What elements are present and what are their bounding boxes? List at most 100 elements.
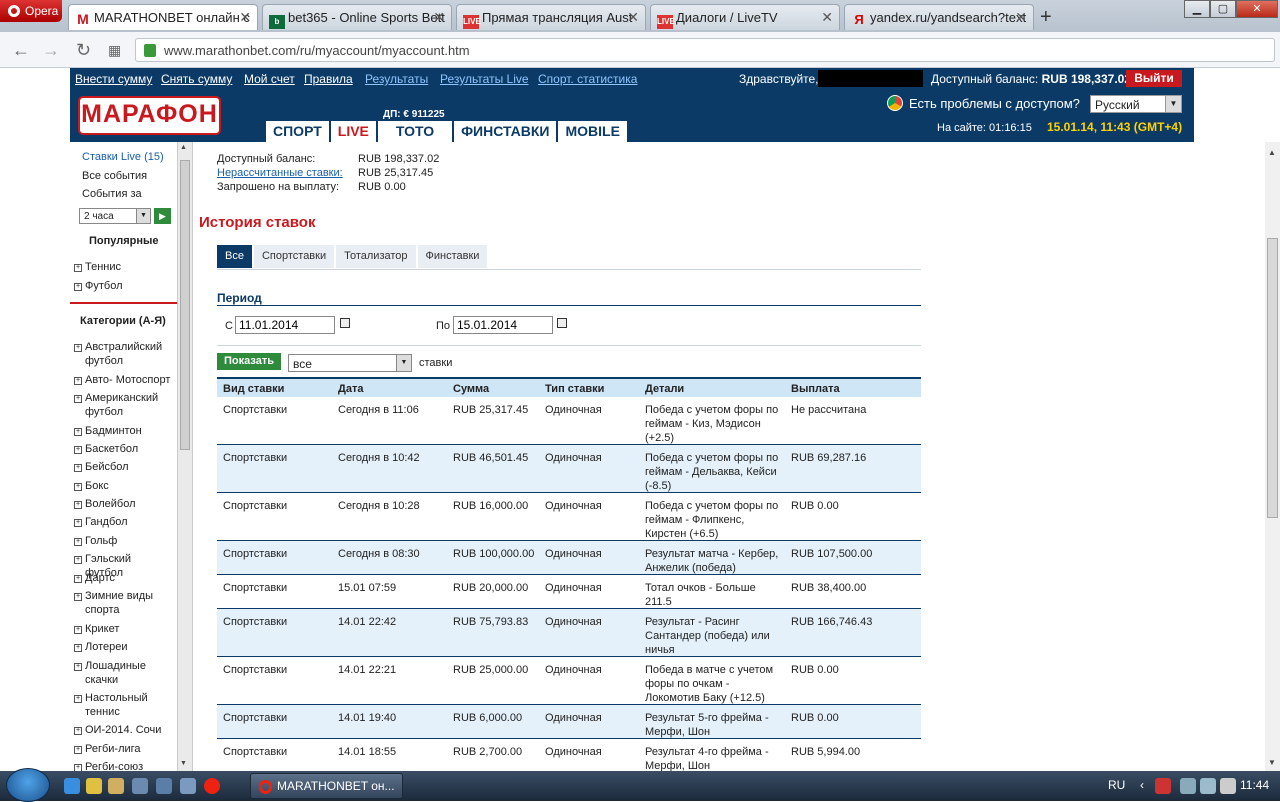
- to-date-input[interactable]: [453, 316, 553, 334]
- bets-suffix: ставки: [419, 357, 453, 369]
- sidebar-category[interactable]: + Волейбол: [74, 497, 174, 511]
- calendar-icon[interactable]: [340, 318, 350, 328]
- close-tab-icon[interactable]: ✕: [239, 9, 251, 26]
- expand-plus-icon: +: [74, 501, 82, 509]
- sidebar-item-tennis[interactable]: + Теннис: [74, 260, 121, 274]
- close-window-button[interactable]: ✕: [1236, 0, 1278, 18]
- app-icon[interactable]: [132, 778, 148, 794]
- bet-filter-select[interactable]: все ▼: [288, 354, 412, 372]
- browser-tab-marathonbet[interactable]: M MARATHONBET онлайн с ✕: [68, 4, 258, 30]
- ie-icon[interactable]: [64, 778, 80, 794]
- my-account-link[interactable]: Мой счет: [244, 72, 295, 86]
- sidebar-category[interactable]: + Австралийский футбол: [74, 340, 174, 368]
- input-language[interactable]: RU: [1108, 778, 1125, 792]
- browser-tab-bet365[interactable]: b bet365 - Online Sports Bett ✕: [262, 4, 452, 30]
- new-tab-button[interactable]: +: [1040, 6, 1052, 29]
- scroll-up-icon[interactable]: ▲: [1268, 148, 1276, 157]
- sidebar-category[interactable]: + Регби-лига: [74, 742, 174, 756]
- sidebar-category[interactable]: + Регби-союз: [74, 760, 174, 771]
- sidebar-category[interactable]: + Зимние виды спорта: [74, 589, 174, 617]
- scroll-down-icon[interactable]: ▼: [1268, 758, 1276, 767]
- menu-live[interactable]: LIVE: [330, 121, 378, 142]
- menu-toto[interactable]: ТОТО: [377, 121, 455, 142]
- menu-finstavki[interactable]: ФИНСТАВКИ: [454, 121, 559, 142]
- tray-expand-icon[interactable]: ‹: [1140, 778, 1144, 792]
- results-link[interactable]: Результаты: [365, 72, 428, 86]
- tab-sport[interactable]: Спортставки: [253, 245, 335, 268]
- forward-arrow-icon[interactable]: →: [42, 40, 60, 61]
- site-header: МАРАФОН ДП: € 911225 СПОРТ LIVE ТОТО ФИН…: [70, 89, 1194, 142]
- deposit-link[interactable]: Внести сумму: [75, 72, 152, 86]
- page-scrollbar[interactable]: ▲ ▼: [1265, 142, 1280, 771]
- sidebar-scroll-thumb[interactable]: [180, 160, 190, 450]
- reload-icon[interactable]: ↻: [76, 40, 91, 61]
- sidebar-category[interactable]: + Бокс: [74, 479, 174, 493]
- close-tab-icon[interactable]: ✕: [433, 9, 445, 26]
- sidebar-category[interactable]: + Баскетбол: [74, 442, 174, 456]
- sidebar-category[interactable]: + Лошадиные скачки: [74, 659, 174, 687]
- sidebar-category[interactable]: + Бейсбол: [74, 460, 174, 474]
- tab-totalizator[interactable]: Тотализатор: [336, 245, 416, 268]
- close-tab-icon[interactable]: ✕: [821, 9, 833, 26]
- sidebar-category[interactable]: + Авто- Мотоспорт: [74, 373, 174, 387]
- rules-link[interactable]: Правила: [304, 72, 353, 86]
- url-input[interactable]: www.marathonbet.com/ru/myaccount/myaccou…: [135, 38, 1275, 62]
- unsettled-bets-link[interactable]: Нерассчитанные ставки:: [217, 167, 343, 179]
- sidebar-category[interactable]: + ОИ-2014. Сочи: [74, 723, 174, 737]
- logout-button[interactable]: Выйти: [1126, 70, 1182, 87]
- opera-icon[interactable]: [204, 778, 220, 794]
- sidebar-category[interactable]: + Бадминтон: [74, 424, 174, 438]
- app-icon[interactable]: [156, 778, 172, 794]
- sport-stats-link[interactable]: Спорт. статистика: [538, 72, 637, 86]
- sidebar-category[interactable]: + Крикет: [74, 622, 174, 636]
- app-icon[interactable]: [180, 778, 196, 794]
- network-icon[interactable]: [1200, 778, 1216, 794]
- back-arrow-icon[interactable]: ←: [12, 40, 30, 61]
- app-icon[interactable]: [86, 778, 102, 794]
- sidebar-live-bets[interactable]: Ставки Live (15): [82, 150, 164, 164]
- col-details: Детали: [645, 383, 685, 395]
- marathon-logo[interactable]: МАРАФОН: [78, 96, 221, 135]
- go-button[interactable]: ▶: [154, 208, 171, 224]
- show-button[interactable]: Показать: [217, 353, 281, 370]
- sidebar-category[interactable]: + Дартс: [74, 571, 174, 585]
- taskbar-app-opera[interactable]: MARATHONBET он...: [250, 773, 403, 799]
- events-period-select[interactable]: 2 часа ▼: [79, 208, 151, 224]
- results-live-link[interactable]: Результаты Live: [440, 72, 529, 86]
- sidebar-category[interactable]: + Настольный теннис: [74, 691, 174, 719]
- clock[interactable]: 11:44: [1240, 778, 1269, 792]
- minimize-button[interactable]: ▁: [1184, 0, 1210, 18]
- browser-tab-livetv[interactable]: LIVEДиалоги / LiveTV ✕: [650, 4, 840, 30]
- sidebar-scrollbar[interactable]: ▲ ▼: [177, 142, 192, 771]
- calendar-icon[interactable]: [557, 318, 567, 328]
- sidebar-category[interactable]: + Американский футбол: [74, 391, 174, 419]
- close-tab-icon[interactable]: ✕: [1015, 9, 1027, 26]
- speed-dial-grid-icon[interactable]: ▦: [108, 42, 121, 59]
- menu-mobile[interactable]: MOBILE: [558, 121, 629, 142]
- browser-tab-live-stream[interactable]: LIVEПрямая трансляция Aust ✕: [456, 4, 646, 30]
- sidebar-category[interactable]: + Гандбол: [74, 515, 174, 529]
- scroll-down-icon[interactable]: ▼: [180, 760, 187, 767]
- sidebar-item-football[interactable]: + Футбол: [74, 279, 123, 293]
- browser-tab-yandex[interactable]: Яyandex.ru/yandsearch?text ✕: [844, 4, 1034, 30]
- access-problem-link[interactable]: Есть проблемы с доступом?: [909, 96, 1080, 111]
- app-icon[interactable]: [108, 778, 124, 794]
- maximize-button[interactable]: ▢: [1210, 0, 1236, 18]
- volume-icon[interactable]: [1220, 778, 1236, 794]
- tab-finstavki[interactable]: Финставки: [417, 245, 488, 268]
- page-scroll-thumb[interactable]: [1267, 238, 1278, 518]
- sidebar-category[interactable]: + Гольф: [74, 534, 174, 548]
- tray-icon[interactable]: [1155, 778, 1171, 794]
- scroll-up-icon[interactable]: ▲: [180, 144, 187, 151]
- menu-sport[interactable]: СПОРТ: [266, 121, 331, 142]
- tray-icon[interactable]: [1180, 778, 1196, 794]
- from-date-input[interactable]: [235, 316, 335, 334]
- tab-all[interactable]: Все: [217, 245, 252, 268]
- opera-menu-button[interactable]: Opera: [0, 0, 62, 22]
- windows-start-button[interactable]: [6, 768, 50, 802]
- sidebar-category[interactable]: + Лотереи: [74, 640, 174, 654]
- language-select[interactable]: Русский ▼: [1090, 95, 1182, 113]
- sidebar-all-events[interactable]: Все события: [82, 169, 147, 183]
- withdraw-link[interactable]: Снять сумму: [161, 72, 232, 86]
- close-tab-icon[interactable]: ✕: [627, 9, 639, 26]
